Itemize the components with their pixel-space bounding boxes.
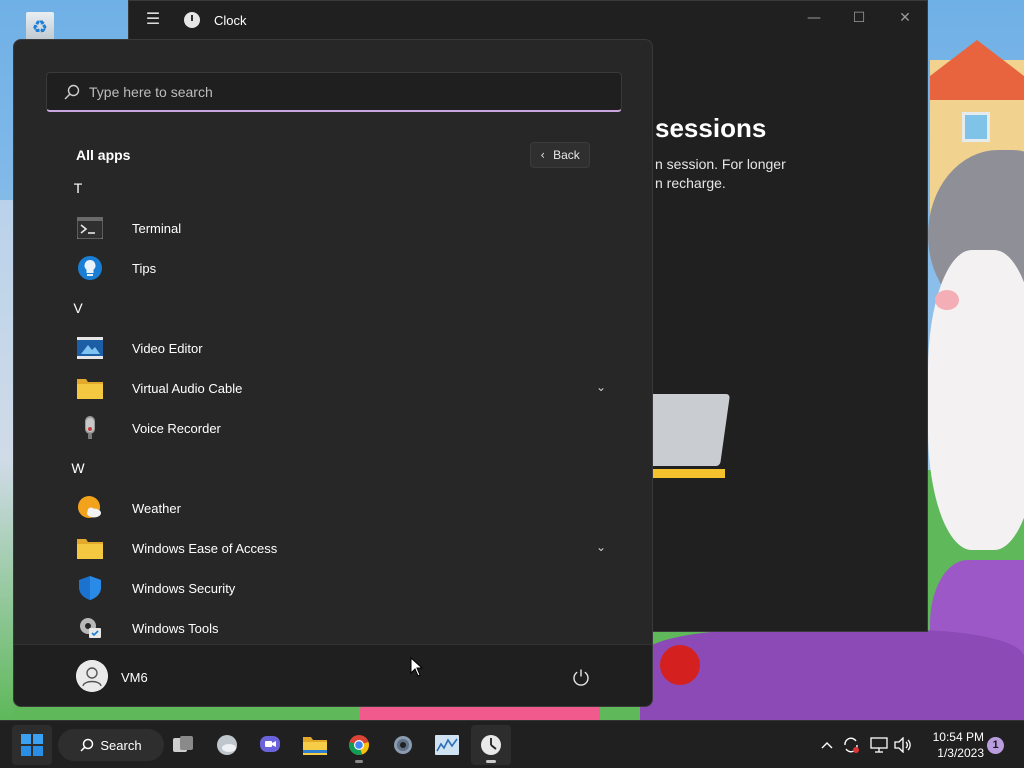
voice-recorder-icon [76, 414, 104, 442]
section-letter-w[interactable]: W [66, 448, 606, 488]
gear-icon [394, 736, 412, 754]
app-item-tips[interactable]: Tips [76, 248, 616, 288]
section-letter-v[interactable]: V [66, 288, 606, 328]
chat-icon [260, 736, 280, 752]
mouse-cursor-icon [410, 657, 424, 677]
taskbar-chrome[interactable] [339, 725, 379, 765]
taskbar-search-button[interactable]: Search [58, 729, 164, 761]
windows-tools-icon [76, 614, 104, 642]
app-label: Windows Security [132, 580, 236, 596]
terminal-icon [76, 214, 104, 242]
section-letter: W [71, 460, 85, 476]
app-item-windows-security[interactable]: Windows Security [76, 568, 616, 608]
power-button[interactable] [566, 662, 596, 692]
sync-icon[interactable] [841, 735, 861, 755]
taskbar-chat[interactable] [250, 725, 290, 765]
chart-icon [435, 735, 459, 755]
video-editor-icon [76, 334, 104, 362]
taskbar-task-view[interactable] [163, 725, 203, 765]
minimize-button[interactable]: — [794, 7, 834, 31]
maximize-button[interactable]: ☐ [839, 7, 879, 31]
description-line: n session. For longer [655, 156, 786, 172]
folder-item-windows-ease-of-access[interactable]: Windows Ease of Access ⌄ [76, 528, 606, 568]
all-apps-list[interactable]: T Terminal Tips V Video Editor Virtual A… [14, 168, 652, 644]
app-label: Terminal [132, 220, 182, 236]
window-title: Clock [214, 13, 247, 28]
chevron-left-icon: ‹ [540, 148, 546, 162]
focus-sessions-heading: sessions [655, 113, 767, 143]
notification-badge[interactable]: 1 [987, 737, 1004, 754]
title-bar[interactable]: ☰ Clock — ☐ ✕ [129, 1, 929, 39]
start-button[interactable] [12, 725, 52, 765]
taskbar-clock-date[interactable]: 10:54 PM 1/3/2023 [920, 729, 984, 761]
start-menu-footer: VM6 [14, 644, 652, 706]
section-letter: V [73, 300, 83, 316]
folder-icon [76, 374, 104, 402]
network-icon[interactable] [869, 735, 889, 755]
close-button[interactable]: ✕ [885, 7, 925, 31]
taskbar: Search 10:54 PM 1/3/2023 1 [0, 720, 1024, 768]
description-line: n recharge. [655, 175, 726, 191]
clock-app-icon [184, 12, 200, 28]
all-apps-heading: All apps [76, 147, 131, 163]
focus-sessions-description: n session. For longer n recharge. [655, 155, 915, 193]
chevron-up-icon[interactable] [817, 735, 837, 755]
folder-icon [76, 534, 104, 562]
running-indicator [355, 760, 363, 763]
search-icon [80, 738, 94, 752]
app-label: Weather [132, 500, 181, 516]
taskbar-file-explorer[interactable] [295, 725, 335, 765]
search-input[interactable] [89, 73, 609, 111]
app-label: Windows Ease of Access [132, 540, 278, 556]
app-item-weather[interactable]: Weather [76, 488, 616, 528]
user-name[interactable]: VM6 [121, 670, 148, 685]
chrome-icon [349, 735, 369, 755]
app-label: Voice Recorder [132, 420, 221, 436]
back-button-label: Back [553, 148, 580, 162]
taskbar-widgets[interactable] [207, 725, 247, 765]
app-label: Video Editor [132, 340, 203, 356]
app-label: Virtual Audio Cable [132, 380, 243, 396]
app-label: Windows Tools [132, 620, 219, 636]
chevron-down-icon[interactable]: ⌄ [596, 540, 606, 554]
user-avatar-icon[interactable] [76, 660, 108, 692]
start-menu: All apps ‹ Back T Terminal [13, 39, 653, 707]
clock-time: 10:54 PM [932, 730, 984, 744]
section-letter: T [73, 180, 83, 196]
volume-icon[interactable] [893, 735, 913, 755]
chevron-down-icon[interactable]: ⌄ [596, 380, 606, 394]
app-item-windows-tools[interactable]: Windows Tools [76, 608, 616, 644]
app-item-video-editor[interactable]: Video Editor [76, 328, 616, 368]
power-icon [573, 669, 589, 686]
start-search-box[interactable] [46, 72, 622, 112]
search-icon [64, 84, 80, 100]
folder-icon [303, 737, 327, 755]
clock-date: 1/3/2023 [937, 746, 984, 760]
widgets-icon [217, 735, 237, 755]
section-letter-t[interactable]: T [66, 168, 606, 208]
clock-icon [481, 735, 501, 755]
back-button[interactable]: ‹ Back [530, 142, 590, 168]
taskbar-resource-monitor[interactable] [427, 725, 467, 765]
tips-icon [76, 254, 104, 282]
windows-logo-icon [21, 734, 43, 756]
app-label: Tips [132, 260, 157, 276]
taskbar-clock[interactable] [471, 725, 511, 765]
taskbar-search-label: Search [100, 737, 142, 753]
weather-icon [76, 494, 104, 522]
shield-icon [76, 574, 104, 602]
active-indicator [486, 760, 496, 763]
app-item-terminal[interactable]: Terminal [76, 208, 616, 248]
folder-item-virtual-audio-cable[interactable]: Virtual Audio Cable ⌄ [76, 368, 606, 408]
taskbar-settings[interactable] [383, 725, 423, 765]
task-view-icon [173, 736, 193, 752]
hamburger-menu-icon[interactable]: ☰ [143, 11, 163, 29]
app-item-voice-recorder[interactable]: Voice Recorder [76, 408, 616, 448]
